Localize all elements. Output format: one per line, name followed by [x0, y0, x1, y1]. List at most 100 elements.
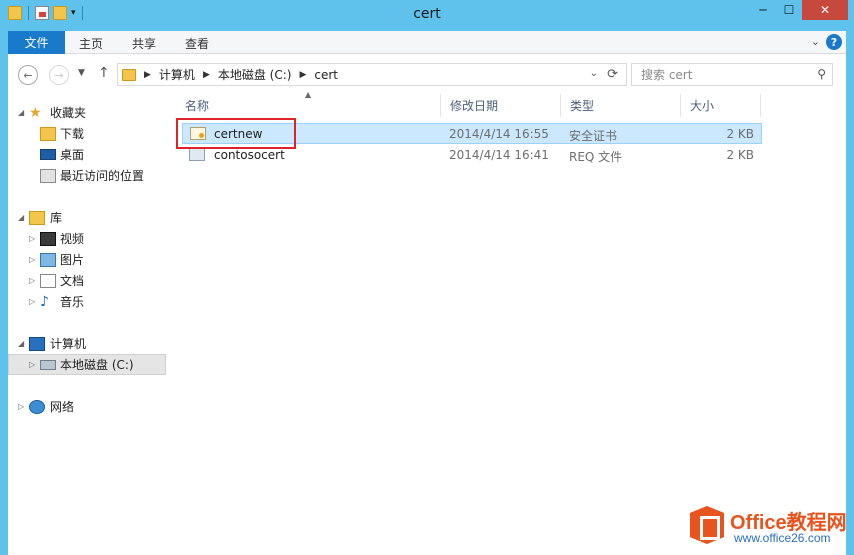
expand-arrow-icon[interactable]: ▷ — [29, 297, 35, 306]
folder-icon — [122, 68, 136, 81]
address-dropdown-icon[interactable]: ⌄ — [590, 68, 598, 79]
breadcrumb-cert[interactable]: cert — [314, 68, 338, 82]
req-file-icon — [189, 148, 205, 161]
file-type: 安全证书 — [569, 129, 618, 143]
file-type: REQ 文件 — [569, 150, 623, 164]
watermark-url: www.office26.com — [734, 531, 831, 545]
nav-label: 桌面 — [60, 148, 85, 162]
tab-view[interactable]: 查看 — [185, 35, 209, 52]
nav-favorites[interactable]: ◢ ★ 收藏夹 — [8, 102, 166, 123]
address-bar[interactable]: ▶ 计算机 ▶ 本地磁盘 (C:) ▶ cert ⌄ ⟳ — [117, 63, 627, 86]
file-date: 2014/4/14 16:41 — [449, 148, 549, 162]
explorer-window: ▾ cert ─ ☐ ✕ 文件 主页 共享 查看 ⌄ ? ← → ▼ ↑ ▶ 计… — [0, 0, 854, 555]
nav-network[interactable]: ▷ 网络 — [8, 396, 166, 417]
window-title: cert — [413, 6, 441, 22]
file-size: 2 KB — [726, 127, 754, 141]
file-date: 2014/4/14 16:55 — [449, 127, 549, 141]
watermark: Office教程网 www.office26.com — [690, 506, 850, 550]
column-label: 大小 — [690, 99, 715, 113]
column-label: 类型 — [570, 99, 595, 113]
nav-label: 视频 — [60, 232, 85, 246]
minimize-button[interactable]: ─ — [750, 0, 776, 20]
office-logo-icon — [690, 506, 724, 544]
refresh-icon[interactable]: ⟳ — [607, 67, 618, 82]
nav-item-local-disk[interactable]: ▷ 本地磁盘 (C:) — [8, 354, 166, 375]
nav-libraries[interactable]: ◢ 库 — [8, 207, 166, 228]
music-note-icon: ♪ — [40, 293, 49, 310]
up-arrow-icon[interactable]: ↑ — [98, 65, 110, 81]
breadcrumb-separator-icon[interactable]: ▶ — [299, 70, 306, 80]
column-label: 名称 — [185, 99, 210, 113]
breadcrumb-computer[interactable]: 计算机 — [159, 66, 195, 83]
breadcrumb-local-disk[interactable]: 本地磁盘 (C:) — [218, 66, 292, 83]
downloads-folder-icon — [40, 126, 56, 141]
nav-label: 网络 — [50, 400, 75, 414]
breadcrumb-separator-icon[interactable]: ▶ — [144, 70, 151, 80]
ribbon-tabs: 文件 主页 共享 查看 ⌄ ? — [8, 31, 846, 54]
search-box[interactable]: 搜索 cert ⚲ — [631, 63, 833, 86]
expand-arrow-icon[interactable]: ▷ — [29, 255, 35, 264]
column-header-name[interactable]: 名称 ▲ — [176, 90, 441, 117]
nav-computer[interactable]: ◢ 计算机 — [8, 333, 166, 354]
expand-ribbon-icon[interactable]: ⌄ — [811, 35, 820, 48]
back-button[interactable]: ← — [18, 65, 38, 85]
desktop-icon — [40, 149, 56, 160]
search-placeholder: 搜索 cert — [641, 68, 693, 82]
tab-home[interactable]: 主页 — [79, 35, 103, 52]
search-icon[interactable]: ⚲ — [817, 67, 826, 81]
collapse-arrow-icon[interactable]: ◢ — [18, 339, 24, 348]
main-content: ◢ ★ 收藏夹 下载 桌面 最近访问的位置 ◢ 库 ▷ 视频 ▷ 图片 ▷ 文档… — [8, 90, 846, 555]
tab-file[interactable]: 文件 — [8, 31, 65, 54]
recent-places-icon — [40, 168, 56, 183]
navigation-bar: ← → ▼ ↑ ▶ 计算机 ▶ 本地磁盘 (C:) ▶ cert ⌄ ⟳ 搜索 … — [8, 54, 846, 94]
nav-item-videos[interactable]: ▷ 视频 — [8, 228, 166, 249]
nav-label: 收藏夹 — [50, 106, 87, 120]
column-header-date[interactable]: 修改日期 — [441, 94, 561, 117]
column-header-type[interactable]: 类型 — [561, 94, 681, 117]
close-button[interactable]: ✕ — [802, 0, 848, 20]
navigation-pane: ◢ ★ 收藏夹 下载 桌面 最近访问的位置 ◢ 库 ▷ 视频 ▷ 图片 ▷ 文档… — [8, 94, 168, 555]
nav-item-desktop[interactable]: 桌面 — [8, 144, 166, 165]
library-icon — [29, 210, 45, 225]
collapse-arrow-icon[interactable]: ◢ — [18, 213, 24, 222]
video-icon — [40, 231, 56, 246]
nav-label: 文档 — [60, 274, 85, 288]
column-header-size[interactable]: 大小 — [681, 94, 761, 117]
expand-arrow-icon[interactable]: ▷ — [18, 402, 24, 411]
nav-label: 库 — [50, 211, 63, 225]
forward-button[interactable]: → — [49, 65, 69, 85]
nav-item-music[interactable]: ▷ ♪ 音乐 — [8, 291, 166, 312]
drive-icon — [40, 360, 56, 370]
network-icon — [29, 399, 45, 414]
recent-locations-dropdown-icon[interactable]: ▼ — [78, 68, 85, 78]
expand-arrow-icon[interactable]: ▷ — [29, 234, 35, 243]
document-icon — [40, 273, 56, 288]
file-size: 2 KB — [726, 148, 754, 162]
nav-label: 下载 — [60, 127, 85, 141]
picture-icon — [40, 252, 56, 267]
help-icon[interactable]: ? — [826, 34, 842, 50]
star-icon: ★ — [29, 104, 42, 121]
nav-item-downloads[interactable]: 下载 — [8, 123, 166, 144]
maximize-button[interactable]: ☐ — [776, 0, 802, 20]
collapse-arrow-icon[interactable]: ◢ — [18, 108, 24, 117]
nav-label: 计算机 — [50, 337, 87, 351]
title-bar: ▾ cert ─ ☐ ✕ — [0, 0, 854, 31]
nav-label: 图片 — [60, 253, 85, 267]
nav-item-pictures[interactable]: ▷ 图片 — [8, 249, 166, 270]
expand-arrow-icon[interactable]: ▷ — [29, 276, 35, 285]
highlight-annotation-box — [176, 118, 296, 149]
nav-label: 本地磁盘 (C:) — [60, 358, 134, 372]
column-label: 修改日期 — [450, 99, 499, 113]
sort-ascending-icon: ▲ — [305, 90, 312, 99]
file-name: contosocert — [214, 148, 285, 162]
expand-arrow-icon[interactable]: ▷ — [29, 360, 35, 369]
nav-item-documents[interactable]: ▷ 文档 — [8, 270, 166, 291]
file-list: 名称 ▲ 修改日期 类型 大小 certnew 2014/4/14 16:55 … — [176, 90, 846, 555]
breadcrumb-separator-icon[interactable]: ▶ — [203, 70, 210, 80]
window-controls: ─ ☐ ✕ — [750, 0, 848, 20]
nav-item-recent-places[interactable]: 最近访问的位置 — [8, 165, 166, 186]
computer-icon — [29, 336, 45, 351]
nav-label: 音乐 — [60, 295, 85, 309]
tab-share[interactable]: 共享 — [132, 35, 156, 52]
